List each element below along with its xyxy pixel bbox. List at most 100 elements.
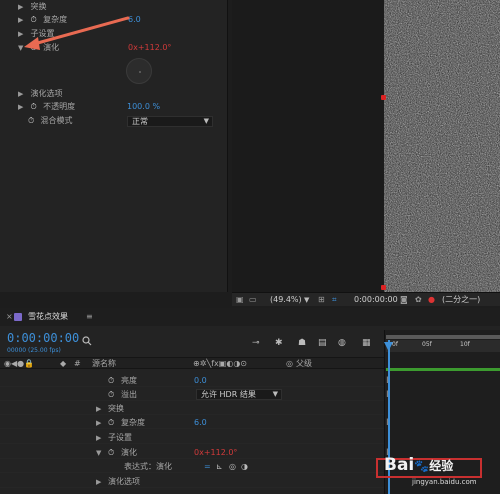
blend-mode-select[interactable]: 正常 ▼ bbox=[127, 116, 213, 127]
angle-dial[interactable] bbox=[126, 58, 152, 84]
close-icon[interactable]: × bbox=[6, 308, 13, 326]
expand-triangle-icon[interactable]: ▶ bbox=[96, 417, 106, 429]
select-value: 允许 HDR 结果 bbox=[201, 390, 256, 399]
expand-triangle-icon[interactable]: ▶ bbox=[96, 432, 106, 444]
tl-row-evolution[interactable]: ▼ ⏱ 演化 0x+112.0° bbox=[0, 447, 384, 459]
tl-label: 演化选项 bbox=[108, 477, 140, 486]
stopwatch-icon[interactable]: ⏱ bbox=[31, 101, 41, 113]
show-snapshot-icon[interactable]: ✿ bbox=[415, 293, 422, 307]
draft-3d-icon[interactable]: ✱ bbox=[275, 338, 285, 348]
grid-icon[interactable]: ⊞ bbox=[318, 293, 325, 307]
tl-row-sub-settings[interactable]: ▶ 子设置 bbox=[0, 432, 384, 444]
fx-label: 突换 bbox=[30, 2, 47, 11]
tl-row-expression[interactable]: 表达式：演化 = ⊾ ◎ ◑ bbox=[0, 461, 384, 473]
viewer-timecode[interactable]: 0:00:00:00 bbox=[354, 293, 398, 307]
expression-graph-icon[interactable]: ⊾ bbox=[216, 461, 223, 473]
work-area-bar[interactable] bbox=[386, 335, 500, 339]
expression-pickwhip-icon[interactable]: ◎ bbox=[229, 461, 236, 473]
graph-editor-icon[interactable]: ▦ bbox=[362, 338, 372, 348]
expression-enable-icon[interactable]: = bbox=[204, 461, 211, 473]
col-hash: # bbox=[74, 359, 81, 368]
tl-label: 突换 bbox=[108, 404, 124, 413]
expand-triangle-icon[interactable]: ▶ bbox=[18, 101, 28, 113]
app-window: ▶ 突换 ▶ ⏱ 复杂度 6.0 ▶ 子设置 ▼ ⏱ 演化 0x+112.0° … bbox=[0, 0, 500, 494]
color-channel-icon[interactable]: ● bbox=[428, 293, 435, 307]
composition-flowchart-icon[interactable]: ⊸ bbox=[252, 338, 262, 348]
tl-label: 演化 bbox=[121, 448, 137, 457]
overflow-select[interactable]: 允许 HDR 结果 ▼ bbox=[196, 389, 282, 400]
viewer-toolbar: ▣ ▭ (49.4%) ▼ ⊞ ⌗ 0:00:00:00 ◙ ✿ ● (二分之一… bbox=[232, 292, 500, 306]
chevron-down-icon[interactable]: ▼ bbox=[304, 293, 309, 307]
resolution-select[interactable]: (二分之一) bbox=[442, 293, 480, 307]
chevron-down-icon: ▼ bbox=[203, 117, 209, 125]
fx-row-opacity[interactable]: ▶ ⏱ 不透明度 100.0 % bbox=[18, 101, 160, 113]
motion-blur-icon[interactable]: ◍ bbox=[338, 338, 348, 348]
tl-label: 子设置 bbox=[108, 433, 132, 442]
expression-menu-icon[interactable]: ◑ bbox=[241, 461, 248, 473]
tl-value[interactable]: 0x+112.0° bbox=[194, 447, 237, 459]
composition-icon bbox=[14, 313, 22, 321]
layer-handle[interactable] bbox=[381, 285, 386, 290]
stopwatch-icon[interactable]: ⏱ bbox=[108, 447, 118, 459]
watermark-logo-text: Bai bbox=[384, 455, 415, 475]
tl-row-brightness[interactable]: ⏱ 亮度 0.0 bbox=[0, 375, 384, 387]
expand-triangle-icon[interactable]: ▶ bbox=[18, 88, 28, 100]
tl-row-overflow[interactable]: ⏱ 溢出 bbox=[0, 389, 384, 401]
tl-label: 亮度 bbox=[121, 376, 137, 385]
chevron-down-icon: ▼ bbox=[272, 390, 278, 398]
paw-icon: 🐾 bbox=[414, 459, 430, 473]
tl-label: 溢出 bbox=[121, 390, 137, 399]
stopwatch-icon[interactable]: ⏱ bbox=[108, 375, 118, 387]
tl-label: 复杂度 bbox=[121, 418, 145, 427]
tab-composition[interactable]: 雪花点效果 bbox=[28, 308, 68, 326]
tl-row-complexity[interactable]: ▶ ⏱ 复杂度 6.0 bbox=[0, 417, 384, 429]
ruler-tick: 05f bbox=[422, 341, 432, 348]
fx-value[interactable]: 100.0 % bbox=[127, 101, 160, 113]
timeline-timecode[interactable]: 0:00:00:00 bbox=[7, 331, 79, 345]
annotation-arrow-icon bbox=[24, 16, 130, 50]
mask-icon[interactable]: ⌗ bbox=[332, 293, 337, 307]
expand-triangle-icon[interactable]: ▶ bbox=[96, 403, 106, 415]
tl-label: 表达式：演化 bbox=[124, 462, 172, 471]
panel-menu-icon[interactable]: ≡ bbox=[86, 308, 93, 326]
tl-row-evolution-options[interactable]: ▶ 演化选项 bbox=[0, 476, 384, 488]
stopwatch-icon[interactable]: ⏱ bbox=[108, 417, 118, 429]
watermark-logo: Bai🐾经验 bbox=[384, 455, 453, 475]
noise-preview bbox=[384, 0, 500, 292]
layer-switches-icon: ⊕✲╲fx▣◐◑⊙ bbox=[193, 359, 247, 368]
tl-value[interactable]: 0.0 bbox=[194, 375, 207, 387]
search-icon[interactable] bbox=[82, 336, 92, 346]
fx-label: 不透明度 bbox=[43, 102, 76, 111]
monitor-icon[interactable]: ▭ bbox=[249, 293, 257, 307]
snapshot-icon[interactable]: ▣ bbox=[236, 293, 244, 307]
frame-blending-icon[interactable]: ▤ bbox=[318, 338, 328, 348]
fx-label: 混合模式 bbox=[40, 116, 73, 125]
col-parent: 父级 bbox=[296, 359, 312, 368]
select-value: 正常 bbox=[132, 117, 148, 126]
shy-layers-icon[interactable]: ☗ bbox=[298, 338, 308, 348]
col-source-name[interactable]: 源名称 bbox=[92, 358, 116, 370]
tl-value[interactable]: 6.0 bbox=[194, 417, 207, 429]
stopwatch-icon[interactable]: ⏱ bbox=[108, 389, 118, 401]
tl-row-transform[interactable]: ▶ 突换 bbox=[0, 403, 384, 415]
collapse-triangle-icon[interactable]: ▼ bbox=[96, 447, 106, 459]
parent-link-icon: ◎ bbox=[286, 359, 293, 368]
layer-duration-bar[interactable] bbox=[386, 368, 500, 371]
ruler-tick: 10f bbox=[460, 341, 470, 348]
label-icon: ◆ bbox=[60, 359, 67, 368]
zoom-level[interactable]: (49.4%) bbox=[270, 293, 302, 307]
fx-row-blend-mode: ⏱ 混合模式 bbox=[28, 115, 73, 127]
watermark-url: jingyan.baidu.com bbox=[412, 478, 477, 486]
camera-icon[interactable]: ◙ bbox=[400, 293, 408, 307]
frame-rate-label: 00000 (25.00 fps) bbox=[7, 347, 61, 354]
expand-triangle-icon[interactable]: ▶ bbox=[96, 476, 106, 488]
fx-row-evolution-options[interactable]: ▶ 演化选项 bbox=[18, 88, 63, 100]
layer-column-header: ◉◀●🔒 ◆ # 源名称 ⊕✲╲fx▣◐◑⊙ ◎ 父级 bbox=[0, 357, 384, 369]
fx-label: 演化选项 bbox=[30, 89, 63, 98]
stopwatch-icon[interactable]: ⏱ bbox=[28, 115, 38, 127]
watermark-logo-suffix: 经验 bbox=[429, 459, 454, 473]
time-ruler[interactable]: 0f 05f 10f bbox=[386, 340, 500, 352]
av-switches-icon: ◉◀●🔒 bbox=[4, 359, 35, 368]
timeline-tabbar: × 雪花点效果 ≡ bbox=[0, 308, 500, 326]
layer-handle[interactable] bbox=[381, 95, 386, 100]
